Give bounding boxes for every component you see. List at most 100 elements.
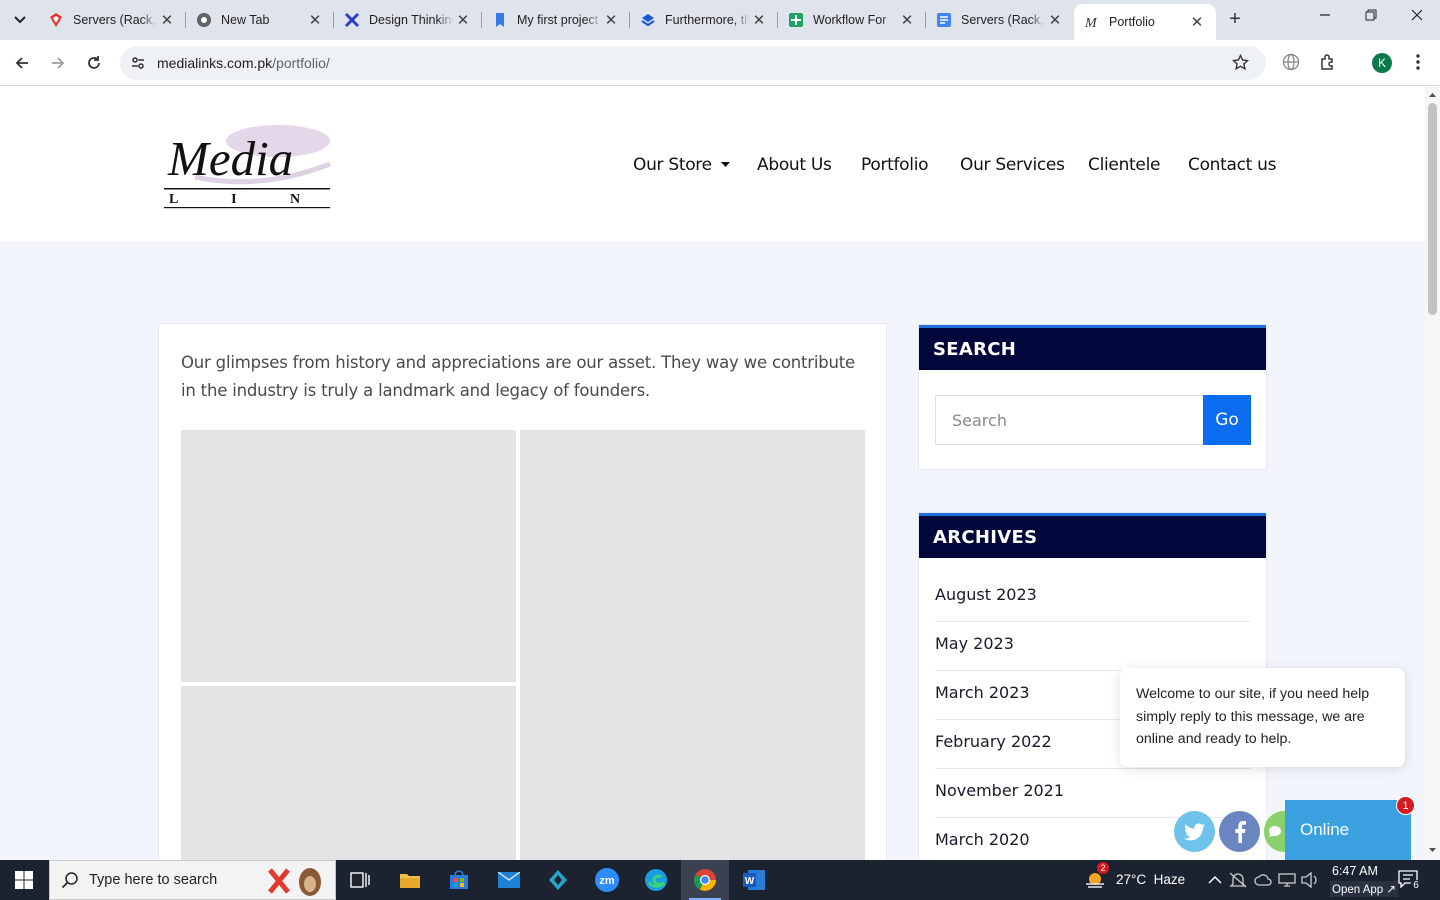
- widget-title: ARCHIVES: [919, 513, 1266, 558]
- close-tab-icon[interactable]: ✕: [1046, 11, 1064, 29]
- scroll-down-arrow-icon[interactable]: [1425, 845, 1440, 855]
- tab-title: Furthermore, the: [665, 13, 750, 27]
- search-icon: [61, 872, 78, 889]
- chevron-up-icon[interactable]: [1208, 875, 1222, 885]
- profile-avatar[interactable]: K: [1372, 53, 1392, 73]
- chrome-icon: [694, 869, 716, 891]
- nav-about-us[interactable]: About Us: [757, 155, 832, 177]
- arrow-right-icon: [52, 57, 65, 69]
- archive-link[interactable]: November 2021: [935, 769, 1251, 818]
- zoom-app-icon[interactable]: zm: [593, 866, 621, 894]
- twitter-bird-icon: [1183, 822, 1205, 840]
- search-go-button[interactable]: Go: [1203, 395, 1251, 445]
- chrome-taskbar-button-active[interactable]: [681, 860, 729, 900]
- nav-portfolio[interactable]: Portfolio: [861, 155, 929, 177]
- close-tab-icon[interactable]: ✕: [306, 11, 324, 29]
- browser-tab[interactable]: Servers (Rack, Tower) ✕: [38, 4, 186, 36]
- nav-contact-us[interactable]: Contact us: [1188, 155, 1276, 177]
- caret-down-icon: [720, 162, 730, 167]
- chat-unread-badge: 1: [1396, 796, 1415, 815]
- nav-our-store[interactable]: Our Store: [633, 155, 730, 177]
- scroll-thumb[interactable]: [1428, 103, 1437, 315]
- svg-text:zm: zm: [599, 875, 615, 887]
- kodi-app-icon[interactable]: [544, 866, 572, 894]
- star-icon[interactable]: [1231, 53, 1250, 76]
- volume-icon[interactable]: [1301, 872, 1319, 888]
- cloud-icon[interactable]: [1254, 873, 1272, 887]
- close-tab-icon[interactable]: ✕: [898, 11, 916, 29]
- url-path: /portfolio/: [272, 55, 330, 71]
- gem-red-icon: [48, 12, 64, 28]
- tab-search-button[interactable]: [6, 7, 34, 33]
- edge-browser-icon[interactable]: [642, 866, 670, 894]
- gallery-image[interactable]: [520, 430, 865, 860]
- mail-icon[interactable]: [495, 866, 523, 894]
- taskbar-search-box[interactable]: Type here to search: [49, 860, 336, 900]
- logo-word: Media: [167, 131, 293, 186]
- close-tab-icon[interactable]: ✕: [454, 11, 472, 29]
- more-menu-icon[interactable]: [1410, 53, 1426, 76]
- browser-tab[interactable]: Furthermore, the ✕: [630, 4, 778, 36]
- address-bar[interactable]: medialinks.com.pk/portfolio/: [120, 46, 1266, 80]
- tab-title: Servers (Rack, Tower): [961, 13, 1046, 27]
- site-logo[interactable]: Media L I N K S: [160, 119, 426, 209]
- search-widget: SEARCH Search Go: [918, 324, 1267, 470]
- network-icon[interactable]: [1278, 873, 1296, 887]
- docs-blue-icon: [936, 12, 952, 28]
- close-window-button[interactable]: [1397, 8, 1437, 32]
- site-info-icon[interactable]: [130, 55, 146, 76]
- restore-button[interactable]: [1351, 8, 1391, 32]
- browser-tab[interactable]: My first project ✕: [482, 4, 630, 36]
- browser-tab[interactable]: Workflow For ✕: [778, 4, 926, 36]
- page-scrollbar[interactable]: [1425, 87, 1440, 860]
- chat-online-button[interactable]: Online: [1285, 800, 1411, 860]
- open-app-tooltip[interactable]: Open App ↗: [1330, 881, 1398, 897]
- notifications-off-icon[interactable]: [1229, 872, 1247, 888]
- scroll-up-arrow-icon[interactable]: [1425, 90, 1440, 100]
- nav-our-services[interactable]: Our Services: [960, 155, 1065, 177]
- windows-logo-icon: [15, 871, 33, 889]
- x-logo-icon: [344, 12, 360, 28]
- browser-tab[interactable]: New Tab ✕: [186, 4, 334, 36]
- extensions-puzzle-icon[interactable]: [1319, 53, 1337, 76]
- gallery-image[interactable]: [181, 430, 516, 682]
- media-links-logo: Media L I N K S: [164, 125, 426, 209]
- media-m-icon: M: [1084, 14, 1100, 30]
- twitter-share-button[interactable]: [1174, 811, 1215, 852]
- forward-button[interactable]: [46, 51, 70, 75]
- clock-time[interactable]: 6:47 AM: [1332, 864, 1378, 878]
- archive-link[interactable]: May 2023: [935, 622, 1251, 671]
- windows-taskbar: Type here to search zm W 2 27°C Haze 6:4…: [0, 860, 1440, 900]
- chat-welcome-message[interactable]: Welcome to our site, if you need help si…: [1120, 668, 1405, 767]
- minimize-button[interactable]: [1305, 8, 1345, 32]
- task-view-icon[interactable]: [346, 866, 374, 894]
- close-tab-icon[interactable]: ✕: [602, 11, 620, 29]
- archive-link[interactable]: August 2023: [935, 573, 1251, 622]
- back-button[interactable]: [10, 51, 34, 75]
- weather-text[interactable]: 27°C Haze: [1116, 872, 1185, 887]
- microsoft-store-icon[interactable]: [445, 866, 473, 894]
- restore-icon: [1365, 9, 1377, 21]
- gallery-image[interactable]: [181, 686, 516, 860]
- chevron-down-icon: [14, 16, 26, 24]
- close-tab-icon[interactable]: ✕: [158, 11, 176, 29]
- facebook-share-button[interactable]: [1219, 811, 1260, 852]
- browser-tab[interactable]: Design Thinking ✕: [334, 4, 482, 36]
- search-input[interactable]: Search: [935, 395, 1203, 445]
- nav-clientele[interactable]: Clientele: [1088, 155, 1160, 177]
- close-tab-icon[interactable]: ✕: [1188, 13, 1206, 31]
- arrow-left-icon: [15, 57, 28, 69]
- start-button[interactable]: [10, 866, 38, 894]
- translate-globe-icon[interactable]: [1282, 53, 1300, 76]
- reload-icon: [88, 56, 100, 69]
- tab-title: Workflow For: [813, 13, 887, 27]
- facebook-f-icon: [1234, 820, 1246, 843]
- bookmark-blue-icon: [492, 12, 508, 28]
- browser-tab-active[interactable]: M Portfolio ✕: [1074, 4, 1216, 40]
- word-app-icon[interactable]: W: [740, 866, 768, 894]
- browser-tab[interactable]: Servers (Rack, Tower) ✕: [926, 4, 1074, 36]
- file-explorer-icon[interactable]: [396, 866, 424, 894]
- reload-button[interactable]: [82, 51, 106, 75]
- close-tab-icon[interactable]: ✕: [750, 11, 768, 29]
- new-tab-button[interactable]: +: [1222, 8, 1248, 32]
